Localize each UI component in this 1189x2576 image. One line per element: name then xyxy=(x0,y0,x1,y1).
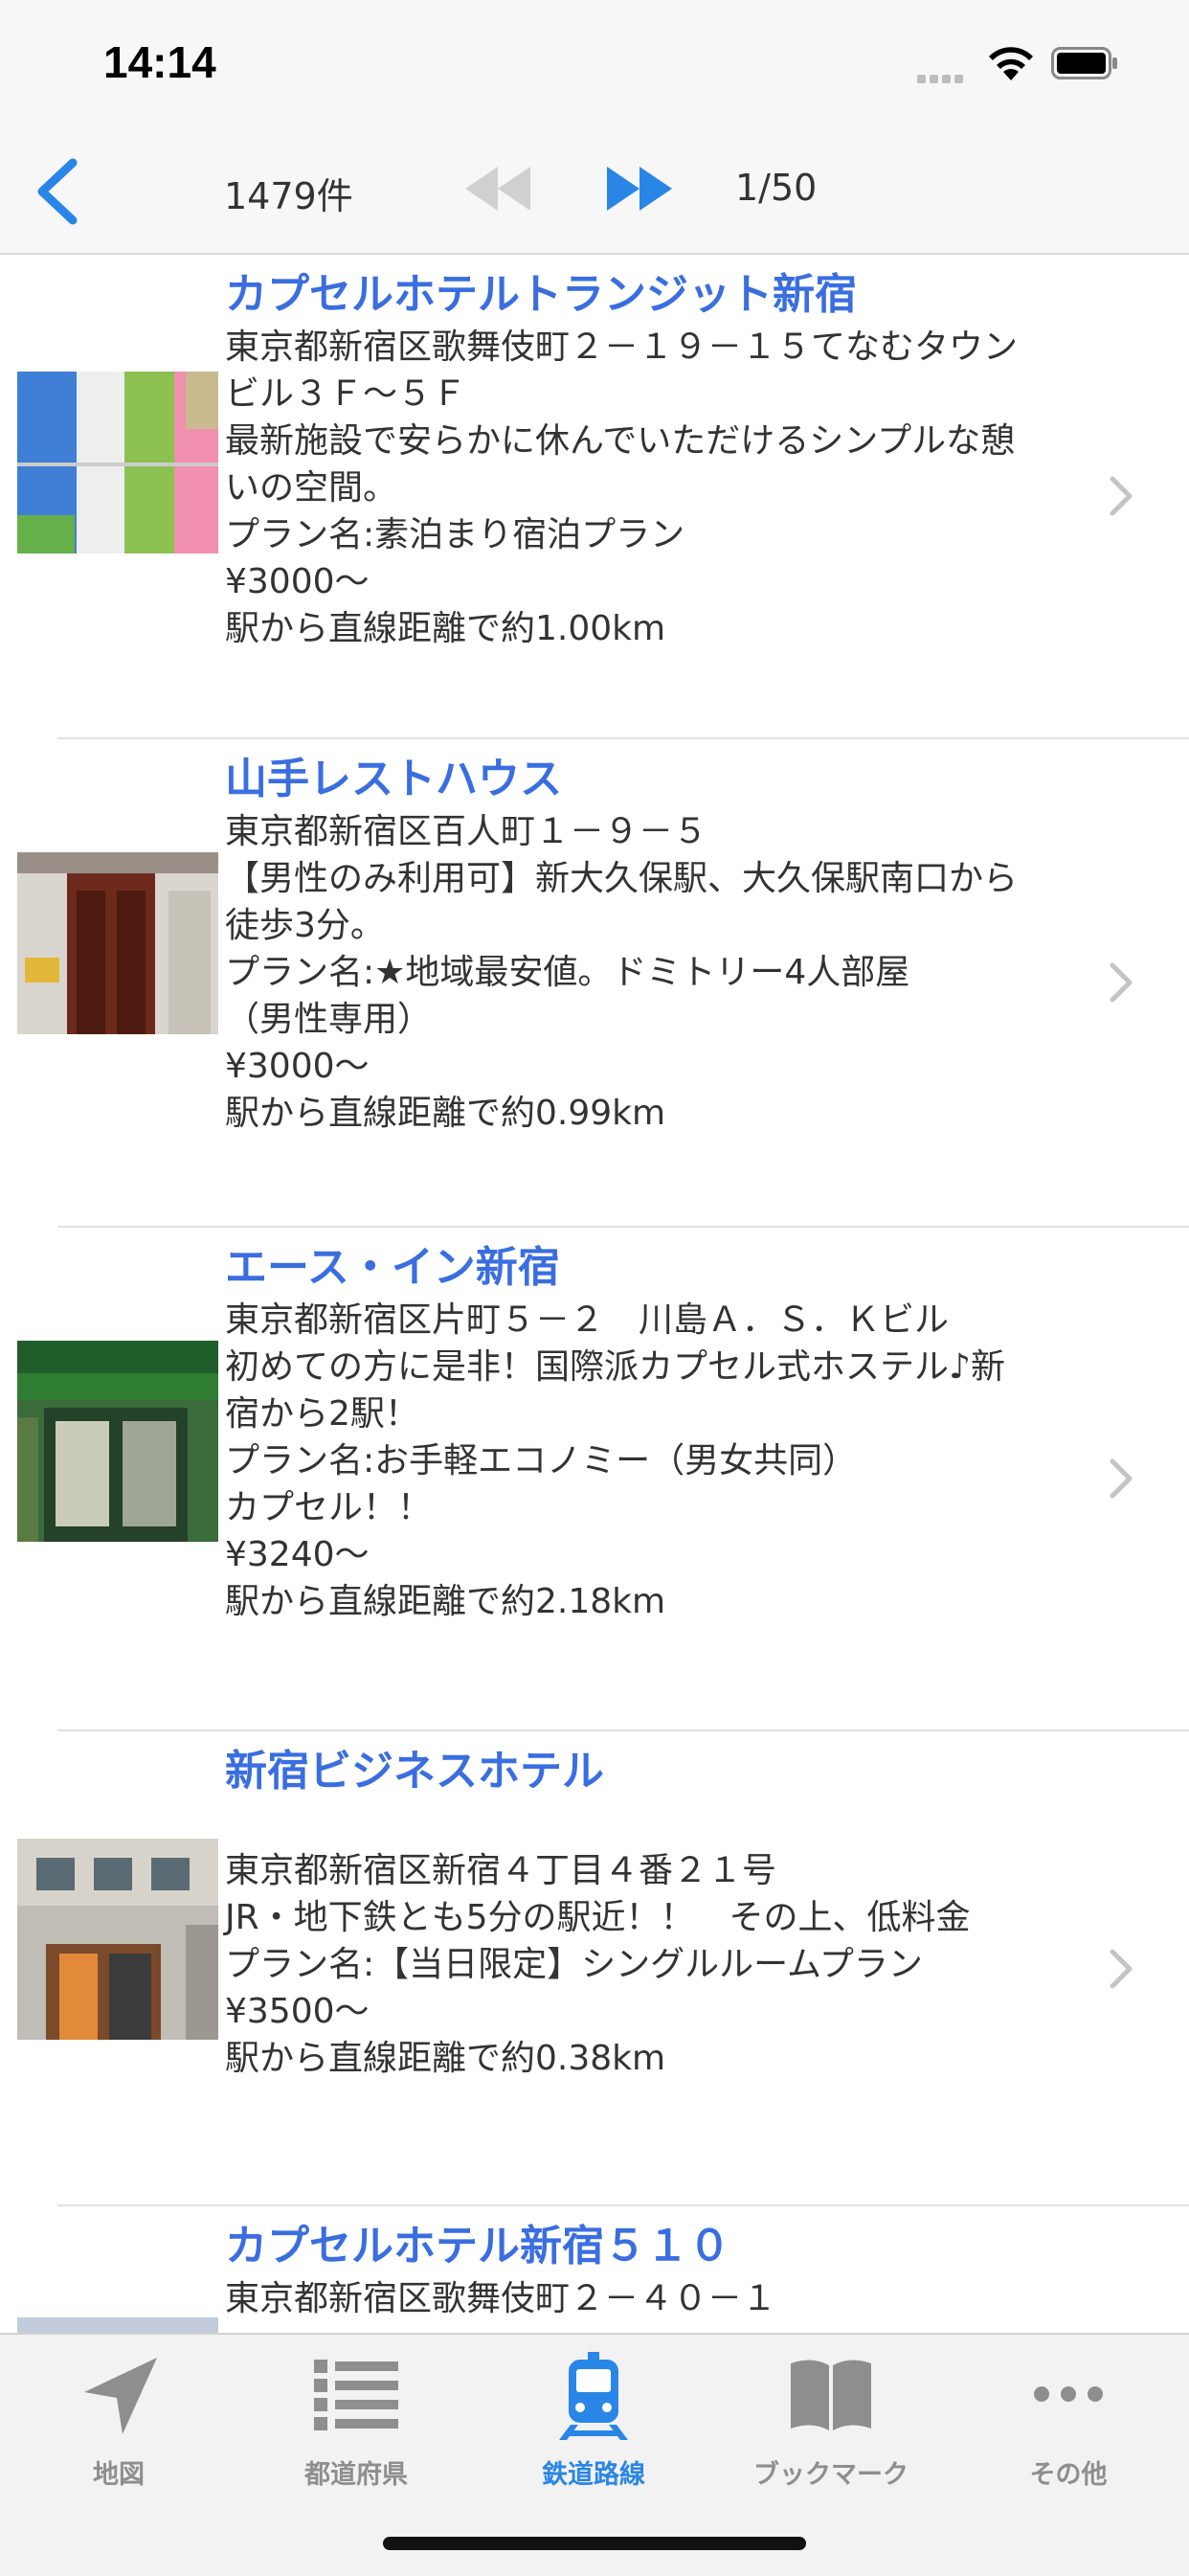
list-item[interactable]: 新宿ビジネスホテル 東京都新宿区新宿４丁目４番２１号 JR・地下鉄とも5分の駅近… xyxy=(0,1731,1189,2206)
status-time: 14:14 xyxy=(103,37,216,87)
hotel-thumbnail xyxy=(17,1839,218,2040)
hotel-name: カプセルホテルトランジット新宿 xyxy=(225,270,857,319)
hotel-distance: 駅から直線距離で約1.00km xyxy=(225,609,666,648)
home-indicator xyxy=(383,2537,806,2550)
hotel-description: 徒歩3分。 xyxy=(225,906,385,945)
tab-label: その他 xyxy=(1029,2460,1108,2490)
navigation-bar: 1479件 1/50 xyxy=(0,134,1189,255)
list-item[interactable]: カプセルホテル新宿５１０ 東京都新宿区歌舞伎町２－４０－１ xyxy=(0,2206,1189,2333)
rewind-button[interactable] xyxy=(460,157,536,220)
hotel-plan: カプセル！！ xyxy=(225,1488,433,1527)
hotel-info: 山手レストハウス 東京都新宿区百人町１－９－５ 【男性のみ利用可】新大久保駅、大… xyxy=(225,751,1067,1137)
hotel-address: 東京都新宿区歌舞伎町２－４０－１ xyxy=(225,2279,777,2318)
hotel-price: ¥3000～ xyxy=(225,562,370,601)
tab-label: 鉄道路線 xyxy=(542,2460,645,2490)
list-item[interactable]: エース・イン新宿 東京都新宿区片町５－２ 川島Ａ．Ｓ．Ｋビル 初めての方に是非！… xyxy=(0,1228,1189,1731)
tab-map[interactable]: 地図 xyxy=(0,2335,237,2507)
hotel-address: 東京都新宿区百人町１－９－５ xyxy=(225,812,708,851)
hotel-info: カプセルホテル新宿５１０ 東京都新宿区歌舞伎町２－４０－１ xyxy=(225,2218,1067,2322)
chevron-right-icon xyxy=(1110,476,1133,516)
hotel-price: ¥3500～ xyxy=(225,1992,370,2031)
fast-forward-button[interactable] xyxy=(601,157,678,220)
tab-railway[interactable]: 鉄道路線 xyxy=(475,2335,712,2507)
wifi-icon xyxy=(989,47,1033,80)
tab-label: 都道府県 xyxy=(304,2460,408,2490)
hotel-distance: 駅から直線距離で約2.18km xyxy=(225,1582,666,1621)
page-indicator: 1/50 xyxy=(735,167,818,209)
hotel-blank-line xyxy=(225,1800,1067,1847)
hotel-description: 宿から2駅！ xyxy=(225,1394,419,1434)
hotel-thumbnail xyxy=(17,1341,218,1542)
hotel-name: 新宿ビジネスホテル xyxy=(225,1747,604,1796)
hotel-plan: プラン名:お手軽エコノミー（男女共同） xyxy=(225,1441,858,1480)
hotel-thumbnail xyxy=(17,372,218,554)
hotel-list: カプセルホテルトランジット新宿 東京都新宿区歌舞伎町２－１９－１５てなむタウン … xyxy=(0,255,1189,2333)
hotel-description: 最新施設で安らかに休んでいただけるシンプルな憩 xyxy=(225,421,1016,461)
hotel-description: 【男性のみ利用可】新大久保駅、大久保駅南口から xyxy=(225,859,1019,898)
more-icon xyxy=(1034,2386,1103,2402)
chevron-right-icon xyxy=(1110,1949,1133,1989)
hotel-address: 東京都新宿区新宿４丁目４番２１号 xyxy=(225,1851,777,1890)
back-button[interactable] xyxy=(29,153,86,230)
hotel-info: 新宿ビジネスホテル 東京都新宿区新宿４丁目４番２１号 JR・地下鉄とも5分の駅近… xyxy=(225,1743,1067,2082)
hotel-plan: プラン名:素泊まり宿泊プラン xyxy=(225,515,685,554)
list-item[interactable]: 山手レストハウス 東京都新宿区百人町１－９－５ 【男性のみ利用可】新大久保駅、大… xyxy=(0,739,1189,1228)
hotel-thumbnail xyxy=(17,2317,218,2333)
train-icon xyxy=(559,2352,628,2440)
hotel-address: ビル３Ｆ～５Ｆ xyxy=(225,374,467,414)
status-bar: 14:14 xyxy=(0,0,1189,134)
hotel-description: いの空間。 xyxy=(225,468,398,508)
location-arrow-icon xyxy=(84,2358,157,2434)
hotel-distance: 駅から直線距離で約0.99km xyxy=(225,1094,666,1133)
hotel-info: カプセルホテルトランジット新宿 東京都新宿区歌舞伎町２－１９－１５てなむタウン … xyxy=(225,266,1067,652)
hotel-plan: プラン名:★地域最安値。ドミトリー4人部屋 xyxy=(225,953,910,992)
hotel-plan: プラン名:【当日限定】シングルルームプラン xyxy=(225,1945,923,1984)
list-item[interactable]: カプセルホテルトランジット新宿 東京都新宿区歌舞伎町２－１９－１５てなむタウン … xyxy=(0,255,1189,739)
list-icon xyxy=(314,2360,398,2430)
hotel-address: 東京都新宿区歌舞伎町２－１９－１５てなむタウン xyxy=(225,328,1019,367)
hotel-info: エース・イン新宿 東京都新宿区片町５－２ 川島Ａ．Ｓ．Ｋビル 初めての方に是非！… xyxy=(225,1239,1067,1625)
hotel-name: カプセルホテル新宿５１０ xyxy=(225,2222,730,2271)
cellular-signal-icon xyxy=(917,69,967,87)
chevron-right-icon xyxy=(1110,1458,1133,1499)
hotel-address: 東京都新宿区片町５－２ 川島Ａ．Ｓ．Ｋビル xyxy=(225,1300,950,1340)
hotel-description: 初めての方に是非！国際派カプセル式ホステル♪新 xyxy=(225,1347,1005,1387)
chevron-right-icon xyxy=(1110,962,1133,1003)
tab-bar: 地図 都道府県 鉄道路線 ブックマーク その他 xyxy=(0,2333,1189,2576)
battery-icon xyxy=(1051,47,1117,79)
tab-label: ブックマーク xyxy=(753,2460,909,2490)
tab-label: 地図 xyxy=(93,2460,145,2490)
hotel-description: JR・地下鉄とも5分の駅近！！ その上、低料金 xyxy=(225,1898,971,1937)
tab-more[interactable]: その他 xyxy=(950,2335,1187,2507)
hotel-name: 山手レストハウス xyxy=(225,755,562,803)
tab-prefectures[interactable]: 都道府県 xyxy=(237,2335,475,2507)
hotel-price: ¥3240～ xyxy=(225,1535,370,1574)
hotel-price: ¥3000～ xyxy=(225,1047,370,1086)
result-count: 1479件 xyxy=(224,175,353,217)
hotel-distance: 駅から直線距離で約0.38km xyxy=(225,2039,666,2078)
tab-bookmark[interactable]: ブックマーク xyxy=(712,2335,950,2507)
hotel-plan: （男性専用） xyxy=(225,1000,433,1039)
hotel-thumbnail xyxy=(17,852,218,1034)
book-icon xyxy=(791,2360,871,2430)
hotel-name: エース・イン新宿 xyxy=(225,1243,560,1292)
